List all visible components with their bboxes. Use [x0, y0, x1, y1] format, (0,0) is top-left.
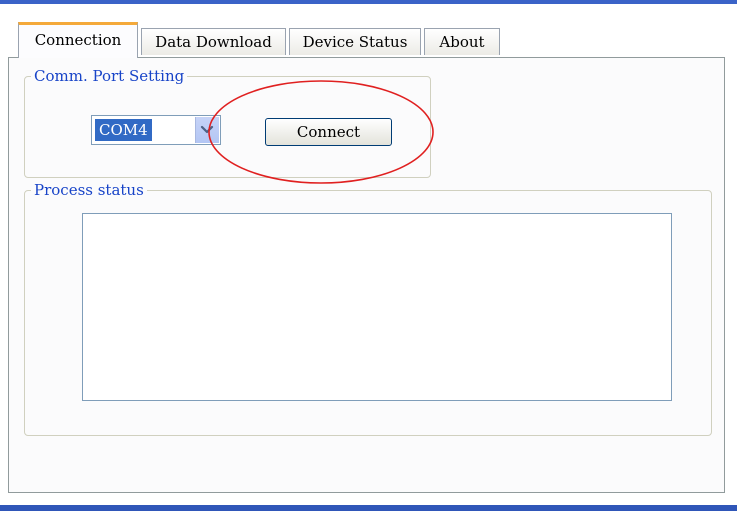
connect-button[interactable]: Connect — [265, 118, 392, 146]
process-status-legend: Process status — [34, 181, 144, 199]
tab-connection[interactable]: Connection — [18, 22, 138, 58]
com-port-selected-value: COM4 — [95, 119, 152, 141]
tab-device-status[interactable]: Device Status — [289, 28, 421, 55]
chevron-down-icon[interactable] — [195, 117, 219, 143]
comm-port-setting-legend: Comm. Port Setting — [34, 67, 185, 85]
tab-data-download[interactable]: Data Download — [141, 28, 286, 55]
tab-panel-connection: Comm. Port Setting COM4 Connect Process … — [8, 57, 725, 493]
com-port-select[interactable]: COM4 — [91, 115, 221, 145]
process-status-textbox[interactable] — [82, 213, 672, 401]
window-top-border — [0, 0, 737, 4]
window-bottom-border — [0, 505, 737, 511]
tab-about[interactable]: About — [424, 28, 500, 55]
